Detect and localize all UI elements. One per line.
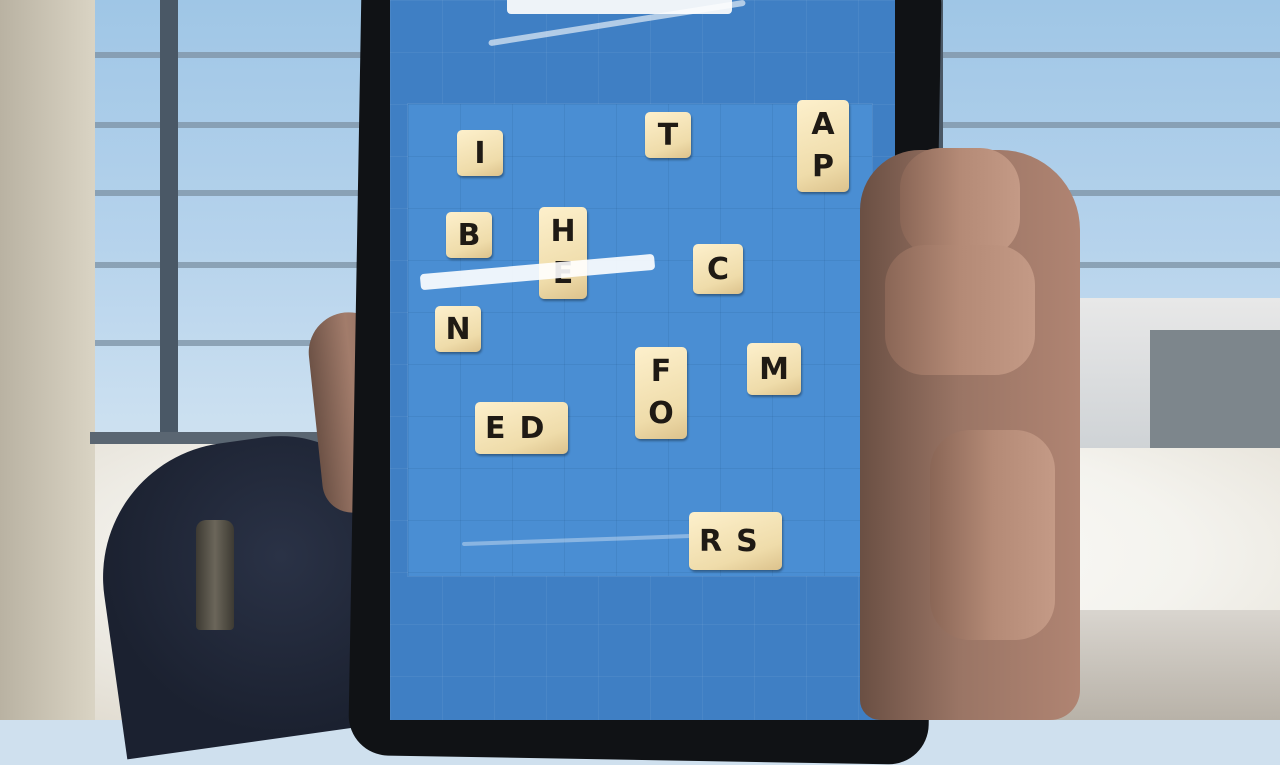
tile-letter: D [519, 410, 559, 446]
finger [930, 430, 1055, 640]
letter-tile[interactable]: B [446, 212, 492, 258]
tile-letter: O [648, 396, 674, 431]
letter-tile-group[interactable]: R S [689, 512, 782, 570]
letter-tile-group[interactable]: F O [635, 347, 687, 439]
tile-letter: E [485, 410, 520, 446]
building-facade [1150, 330, 1280, 448]
finger [885, 245, 1035, 375]
tile-letter: F [650, 354, 672, 389]
letter-tile[interactable]: M [747, 343, 801, 395]
tile-letter: A [811, 107, 835, 142]
letter-tile-group[interactable]: E D [475, 402, 569, 454]
tile-letter: H [550, 214, 576, 249]
tile-letter: S [736, 523, 772, 559]
letter-tile[interactable]: I [457, 130, 503, 176]
letter-tile[interactable]: T [645, 112, 691, 158]
letter-tile[interactable]: C [693, 244, 743, 294]
letter-tile[interactable]: N [435, 306, 481, 352]
finger [900, 148, 1020, 258]
window-frame [160, 0, 178, 445]
bottle [196, 520, 234, 630]
tile-letter: R [699, 523, 737, 559]
letter-tile-group[interactable]: A P [797, 100, 849, 192]
letter-tile-group[interactable]: H E [539, 207, 587, 299]
tile-letter: P [812, 149, 834, 184]
